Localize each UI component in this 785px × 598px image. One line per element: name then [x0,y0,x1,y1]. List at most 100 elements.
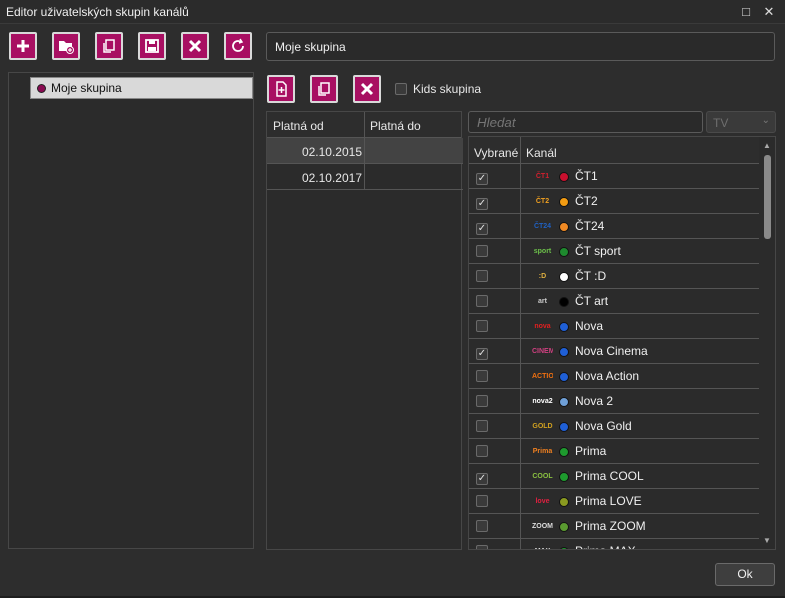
selected-checkbox[interactable] [476,295,488,307]
kids-group-toggle[interactable]: Kids skupina [395,81,481,97]
list-item[interactable]: ✓ ČT1 ČT1 [469,164,759,189]
list-item-checkbox-wrap [476,370,488,385]
list-item-checkbox-wrap: ✓ [476,195,488,210]
tree-item-moje-skupina[interactable]: Moje skupina [30,77,253,99]
channel-color-dot [559,522,569,532]
list-item[interactable]: sport ČT sport [469,239,759,264]
copy-icon [103,39,115,53]
channel-logo: ZOOM [532,523,553,530]
list-item[interactable]: art ČT art [469,289,759,314]
channel-scrollbar[interactable]: ▲ ▼ [760,137,775,549]
channel-name: Nova Gold [575,419,632,433]
scroll-up-icon[interactable]: ▲ [763,141,771,150]
channel-color-dot [559,447,569,457]
channel-color-dot [559,272,569,282]
selected-checkbox[interactable] [476,320,488,332]
save-icon [145,39,159,53]
selected-checkbox[interactable] [476,395,488,407]
selected-checkbox[interactable]: ✓ [476,348,488,360]
scroll-down-icon[interactable]: ▼ [763,536,771,545]
column-header-selected[interactable]: Vybrané [474,146,518,160]
channel-name: ČT1 [575,169,598,183]
list-item[interactable]: Prima Prima [469,439,759,464]
list-item[interactable]: MAX Prima MAX [469,539,759,549]
table-row[interactable]: 02.10.2015 [267,138,463,164]
channel-logo: art [538,298,547,305]
list-item[interactable]: GOLD Nova Gold [469,414,759,439]
column-header-valid-from[interactable]: Platná od [273,119,324,133]
ok-button[interactable]: Ok [715,563,775,586]
add-date-button[interactable] [267,75,295,103]
close-icon [360,82,374,96]
list-item-checkbox-wrap [476,520,488,535]
selected-checkbox[interactable]: ✓ [476,198,488,210]
list-item[interactable]: ZOOM Prima ZOOM [469,514,759,539]
column-divider [520,137,521,164]
channel-color-dot [559,172,569,182]
list-item[interactable]: nova2 Nova 2 [469,389,759,414]
column-divider [520,314,521,339]
list-item[interactable]: ACTION Nova Action [469,364,759,389]
channel-logo: nova [534,323,551,330]
column-divider [520,539,521,549]
close-icon[interactable]: ✕ [760,3,778,21]
column-divider [520,414,521,439]
column-divider [520,339,521,364]
group-name-input[interactable] [266,32,775,61]
column-divider [520,164,521,189]
column-divider [520,514,521,539]
list-item[interactable]: ✓ ČT24 ČT24 [469,214,759,239]
selected-checkbox[interactable] [476,520,488,532]
title-bar: Editor uživatelských skupin kanálů □ ✕ [0,0,785,24]
channel-type-select[interactable]: TV ⌄ [706,111,776,133]
selected-checkbox[interactable] [476,270,488,282]
selected-checkbox[interactable]: ✓ [476,173,488,185]
channel-color-dot [559,372,569,382]
channel-color-dot [559,347,569,357]
list-item[interactable]: nova Nova [469,314,759,339]
column-divider [520,189,521,214]
maximize-icon[interactable]: □ [737,3,755,21]
selected-checkbox[interactable]: ✓ [476,223,488,235]
column-header-valid-to[interactable]: Platná do [370,119,421,133]
channel-logo: nova2 [532,398,553,405]
list-item[interactable]: ✓ CINEMA Nova Cinema [469,339,759,364]
selected-checkbox[interactable] [476,420,488,432]
window-title: Editor uživatelských skupin kanálů [6,5,189,19]
save-button[interactable] [138,32,166,60]
search-input[interactable] [468,111,703,133]
selected-checkbox[interactable] [476,545,488,549]
new-folder-button[interactable] [52,32,80,60]
list-item[interactable]: ✓ COOL Prima COOL [469,464,759,489]
list-item-checkbox-wrap: ✓ [476,470,488,485]
table-row[interactable]: 02.10.2017 [267,164,463,190]
kids-checkbox[interactable] [395,83,407,95]
channel-name: Prima MAX [575,544,636,549]
selected-checkbox[interactable] [476,445,488,457]
channel-logo: ACTION [532,373,553,380]
list-item[interactable]: ✓ ČT2 ČT2 [469,189,759,214]
channel-name: Prima [575,444,607,458]
tree-item-label: Moje skupina [51,81,122,95]
delete-button[interactable] [181,32,209,60]
list-item[interactable]: love Prima LOVE [469,489,759,514]
list-item[interactable]: :D ČT :D [469,264,759,289]
channel-table: Vybrané Kanál ✓ ČT1 ČT1 ✓ ČT2 ČT2 ✓ ČT24 ČT24 spo… [468,136,776,550]
delete-date-button[interactable] [353,75,381,103]
copy-button[interactable] [95,32,123,60]
refresh-icon [232,38,244,52]
list-item-checkbox-wrap [476,395,488,410]
list-item-checkbox-wrap [476,545,488,549]
add-button[interactable] [9,32,37,60]
scrollbar-thumb[interactable] [764,155,771,239]
copy-date-button[interactable] [310,75,338,103]
kids-label: Kids skupina [413,82,482,96]
channel-logo: sport [533,248,552,255]
refresh-button[interactable] [224,32,252,60]
column-header-channel[interactable]: Kanál [526,146,557,160]
selected-checkbox[interactable] [476,495,488,507]
channel-color-dot [559,422,569,432]
selected-checkbox[interactable]: ✓ [476,473,488,485]
selected-checkbox[interactable] [476,245,488,257]
selected-checkbox[interactable] [476,370,488,382]
